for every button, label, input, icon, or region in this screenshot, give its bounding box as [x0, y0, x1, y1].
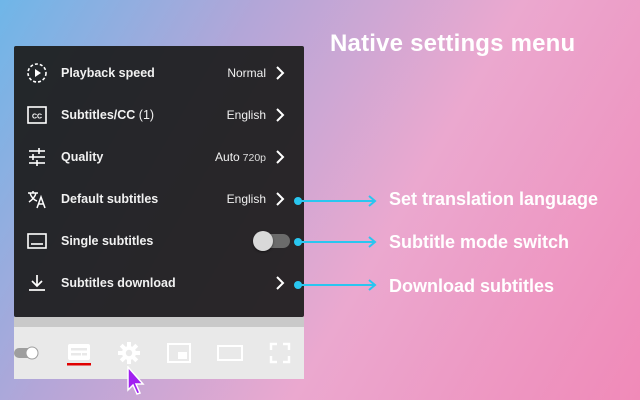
video-progress-strip[interactable] [14, 317, 304, 327]
callout-translation-language: Set translation language [389, 189, 599, 209]
toggle-knob [253, 231, 273, 251]
subtitle-box-icon [26, 230, 48, 252]
autoplay-toggle-icon[interactable] [14, 341, 40, 365]
svg-text:CC: CC [32, 114, 42, 121]
closed-captions-icon: CC [26, 104, 48, 126]
menu-item-playback-speed[interactable]: Playback speed Normal [14, 52, 304, 94]
settings-menu: Playback speed Normal CC Subtitles/CC (1… [14, 46, 304, 317]
callout-subtitle-mode: Subtitle mode switch [389, 232, 570, 252]
menu-item-value: English [226, 108, 266, 122]
menu-item-label: Subtitles download [61, 276, 176, 290]
playback-speed-icon [26, 62, 48, 84]
menu-item-label: Playback speed [61, 66, 155, 80]
menu-item-default-subtitles[interactable]: Default subtitles English [14, 178, 304, 220]
subtitles-icon[interactable] [66, 341, 92, 366]
callout-arrow [294, 195, 377, 207]
chevron-right-icon [276, 192, 285, 206]
download-icon [26, 272, 48, 294]
menu-item-value: Normal [227, 66, 266, 80]
menu-item-label: Quality [61, 150, 104, 164]
menu-item-subtitles-download[interactable]: Subtitles download [14, 262, 304, 304]
fullscreen-icon[interactable] [268, 341, 292, 365]
sliders-icon [26, 146, 48, 168]
chevron-right-icon [276, 66, 285, 80]
menu-item-label: Single subtitles [61, 234, 154, 248]
menu-item-label: Subtitles/CC [61, 108, 136, 122]
subtitle-count: (1) [135, 108, 155, 122]
theater-mode-icon[interactable] [216, 341, 244, 365]
menu-item-single-subtitles[interactable]: Single subtitles [14, 220, 304, 262]
menu-item-label: Default subtitles [61, 192, 159, 206]
single-subtitles-toggle[interactable] [253, 231, 290, 251]
translate-icon [26, 188, 48, 210]
player-controls-bar [14, 327, 304, 379]
chevron-right-icon [276, 276, 285, 290]
callout-arrow [294, 236, 377, 248]
chevron-right-icon [276, 108, 285, 122]
callout-download-subtitles: Download subtitles [389, 276, 555, 296]
quality-resolution: 720p [239, 152, 266, 164]
menu-item-value: Auto [215, 150, 240, 164]
menu-item-subtitles-cc[interactable]: CC Subtitles/CC (1) English [14, 94, 304, 136]
settings-gear-icon[interactable] [116, 341, 142, 365]
page-title: Native settings menu [330, 30, 576, 57]
miniplayer-icon[interactable] [166, 341, 192, 365]
chevron-right-icon [276, 150, 285, 164]
callout-arrow [294, 279, 377, 291]
menu-item-value: English [226, 192, 266, 206]
mouse-cursor-icon [127, 366, 145, 395]
menu-item-quality[interactable]: Quality Auto 720p [14, 136, 304, 178]
